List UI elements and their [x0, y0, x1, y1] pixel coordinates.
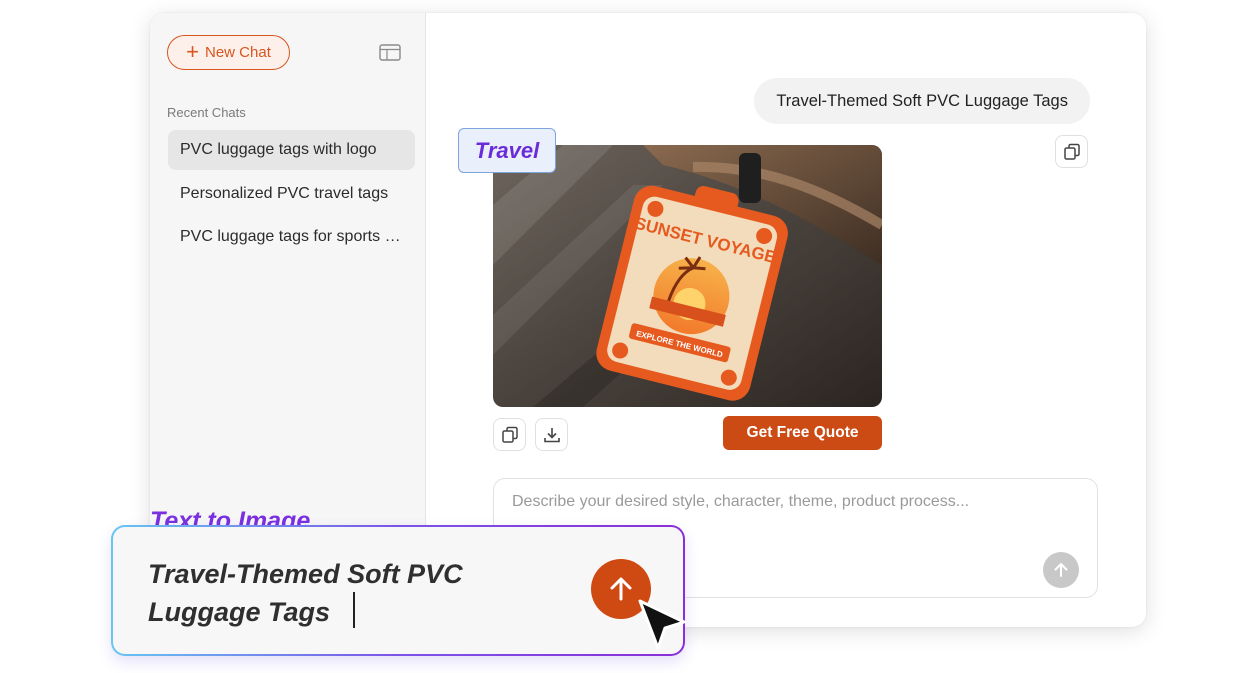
text-caret: [353, 592, 355, 628]
send-button[interactable]: [1043, 552, 1079, 588]
text-to-image-panel: Travel-Themed Soft PVC Luggage Tags: [111, 525, 685, 656]
overlay-prompt-line-1: Travel-Themed Soft PVC: [148, 559, 463, 589]
generated-image[interactable]: SUNSET VOYAGE EXPLORE THE WORLD: [493, 145, 882, 407]
arrow-up-icon: [610, 577, 632, 601]
overlay-prompt-line-2: Luggage Tags: [148, 597, 331, 627]
arrow-up-icon: [1054, 563, 1068, 577]
new-chat-label: New Chat: [205, 44, 271, 61]
copy-icon: [1063, 143, 1080, 160]
travel-tag-badge: Travel: [458, 128, 556, 173]
sidebar-chat-item[interactable]: PVC luggage tags with logo: [168, 130, 415, 170]
copy-message-button[interactable]: [1055, 135, 1088, 168]
user-message-bubble: Travel-Themed Soft PVC Luggage Tags: [754, 78, 1090, 124]
copy-image-button[interactable]: [493, 418, 526, 451]
sidebar-chat-item[interactable]: PVC luggage tags for sports b...: [168, 217, 415, 257]
overlay-prompt-text: Travel-Themed Soft PVC Luggage Tags: [148, 555, 508, 631]
plus-icon: +: [186, 38, 199, 64]
recent-chats-label: Recent Chats: [167, 105, 246, 120]
new-chat-button[interactable]: + New Chat: [167, 35, 290, 70]
download-image-button[interactable]: [535, 418, 568, 451]
download-icon: [543, 427, 560, 442]
prompt-input[interactable]: [512, 493, 1072, 511]
sidebar-chat-item[interactable]: Personalized PVC travel tags: [168, 174, 415, 214]
sidebar-toggle-icon[interactable]: [379, 44, 401, 61]
luggage-tag-illustration: SUNSET VOYAGE EXPLORE THE WORLD: [493, 145, 882, 407]
get-free-quote-button[interactable]: Get Free Quote: [723, 416, 882, 450]
mouse-cursor-icon: [638, 599, 686, 650]
copy-icon: [501, 426, 518, 443]
